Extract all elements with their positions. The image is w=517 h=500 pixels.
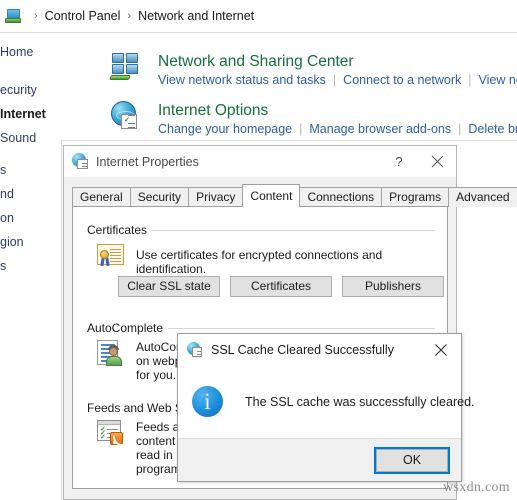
- link-change-your-homepage[interactable]: Change your homepage: [158, 120, 292, 138]
- control-panel-icon: [5, 8, 22, 25]
- message-box-footer: OK: [178, 438, 461, 481]
- sidebar-item-appearance[interactable]: on: [0, 206, 62, 230]
- category-links: View network status and tasks | Connect …: [158, 71, 517, 89]
- certificates-description: Use certificates for encrypted connectio…: [136, 248, 383, 276]
- tab-programs[interactable]: Programs: [381, 187, 450, 207]
- publishers-button[interactable]: Publishers: [342, 276, 444, 297]
- screen-root: › Control Panel › Network and Internet H…: [0, 0, 517, 500]
- certificates-group: Certificates Use certificates for encryp…: [87, 223, 444, 320]
- message-box-content: i The SSL cache was successfully cleared…: [178, 365, 475, 438]
- internet-options-icon: [187, 341, 203, 358]
- tab-advanced[interactable]: Advanced: [448, 187, 517, 207]
- breadcrumb-separator: ›: [34, 10, 38, 22]
- link-divider: |: [458, 122, 462, 136]
- category-title[interactable]: Internet Options: [158, 101, 517, 120]
- link-connect-to-a-network[interactable]: Connect to a network: [343, 71, 461, 89]
- tab-connections[interactable]: Connections: [299, 187, 383, 207]
- ok-button[interactable]: OK: [374, 446, 450, 474]
- category-network-and-sharing-center: Network and Sharing Center View network …: [109, 52, 517, 89]
- sidebar-item-ease-of-access[interactable]: s: [0, 254, 62, 278]
- link-divider: |: [332, 73, 337, 87]
- link-divider: |: [299, 122, 303, 136]
- autocomplete-line-2: on webp: [136, 354, 182, 368]
- tab-general[interactable]: General: [72, 187, 131, 207]
- link-view-network-status[interactable]: View network status and tasks: [158, 71, 326, 89]
- certificates-group-label: Certificates: [87, 223, 153, 237]
- ssl-cache-message-box: SSL Cache Cleared Successfully i The SSL…: [177, 333, 475, 482]
- link-view-network-devices[interactable]: View ne: [479, 71, 517, 89]
- category-title[interactable]: Network and Sharing Center: [158, 52, 517, 71]
- close-icon[interactable]: [421, 334, 461, 365]
- feeds-line-3: read in I: [136, 448, 180, 462]
- message-box-text: The SSL cache was successfully cleared.: [245, 394, 475, 409]
- feeds-line-2: content: [136, 434, 176, 448]
- close-icon[interactable]: [418, 146, 456, 177]
- tab-privacy[interactable]: Privacy: [188, 187, 244, 207]
- sidebar-item-user-accounts[interactable]: nd: [0, 182, 62, 206]
- autocomplete-group-label: AutoComplete: [87, 321, 169, 335]
- sidebar-item-clock-and-region[interactable]: gion: [0, 230, 62, 254]
- autocomplete-line-3: for you.: [136, 368, 177, 382]
- control-panel-sidebar: Home ecurity Internet Sound s nd on gion…: [0, 40, 62, 278]
- message-box-title-bar[interactable]: SSL Cache Cleared Successfully: [178, 334, 461, 365]
- tab-security[interactable]: Security: [129, 187, 190, 207]
- breadcrumb-item-network-and-internet[interactable]: Network and Internet: [138, 9, 254, 23]
- sidebar-item-system-and-security[interactable]: ecurity: [0, 78, 62, 102]
- clear-ssl-state-button[interactable]: Clear SSL state: [118, 276, 220, 297]
- sidebar-item-hardware-and-sound[interactable]: Sound: [0, 126, 62, 150]
- category-internet-options: ✓ Internet Options Change your homepage …: [110, 101, 517, 138]
- dialog-title: Internet Properties: [96, 154, 199, 169]
- autocomplete-icon: [97, 340, 124, 366]
- link-delete-browsing-history[interactable]: Delete bro: [468, 120, 517, 138]
- tab-strip: General Security Privacy Content Connect…: [72, 184, 517, 207]
- breadcrumb-item-control-panel[interactable]: Control Panel: [45, 9, 121, 23]
- breadcrumb-separator: ›: [127, 10, 132, 22]
- help-button[interactable]: ?: [380, 146, 418, 177]
- link-divider: |: [468, 73, 472, 87]
- link-manage-browser-add-ons[interactable]: Manage browser add-ons: [309, 120, 451, 138]
- tab-content[interactable]: Content: [242, 184, 301, 207]
- message-box-title: SSL Cache Cleared Successfully: [211, 342, 394, 357]
- internet-options-icon: [72, 153, 89, 170]
- feeds-line-4: program: [136, 462, 181, 476]
- sidebar-item-programs[interactable]: s: [0, 158, 62, 182]
- sidebar-item-network-and-internet[interactable]: Internet: [0, 102, 62, 126]
- category-links: Change your homepage | Manage browser ad…: [158, 120, 517, 138]
- control-panel-address-bar[interactable]: › Control Panel › Network and Internet: [0, 0, 517, 33]
- internet-properties-title-bar[interactable]: Internet Properties ?: [64, 146, 456, 177]
- sidebar-item-home[interactable]: Home: [0, 40, 62, 64]
- information-icon: i: [192, 386, 223, 417]
- watermark: wsxdn.com: [443, 480, 510, 495]
- feeds-icon: ✓ ✓ ✓: [97, 420, 124, 446]
- certificates-button[interactable]: Certificates: [230, 276, 332, 297]
- certificate-icon: [97, 244, 124, 268]
